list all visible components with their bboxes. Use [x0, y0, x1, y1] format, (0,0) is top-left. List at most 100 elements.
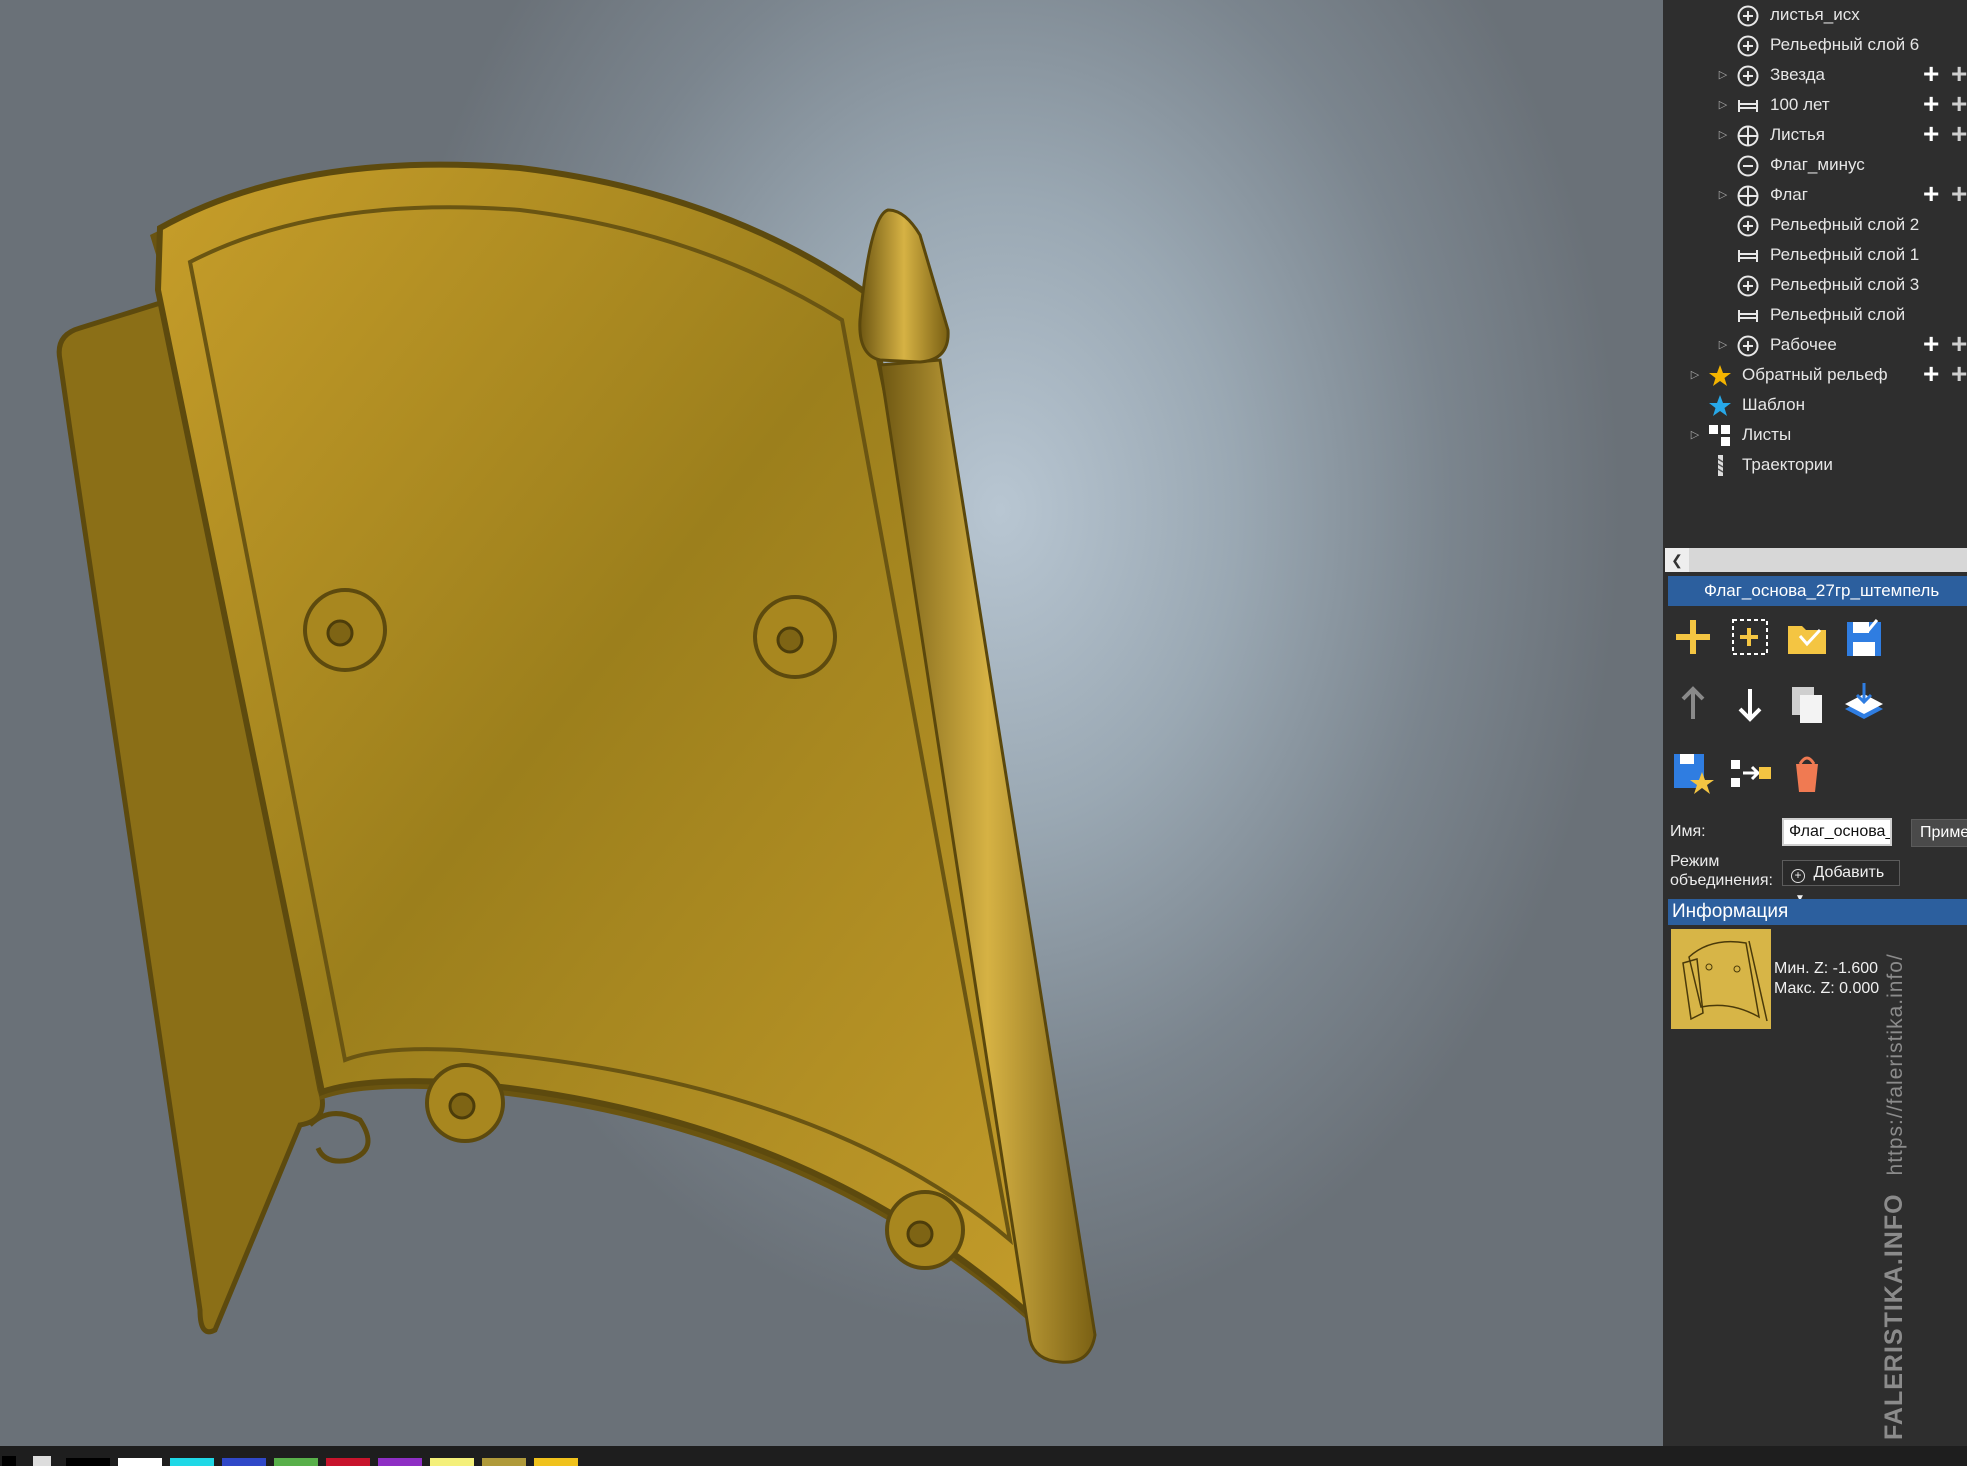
tree-item[interactable]: ▷ 100 лет + +	[1663, 90, 1967, 120]
scroll-left-icon[interactable]: ❮	[1665, 548, 1689, 572]
delete-bucket-icon[interactable]	[1782, 748, 1832, 798]
watermark-brand: FALERISTIKA.INFO	[1880, 1193, 1908, 1440]
star-blue-icon	[1708, 394, 1732, 418]
tree-item-label: Рабочее	[1770, 335, 1837, 354]
combine-mode-label-line2: объединения:	[1670, 872, 1773, 889]
apply-button[interactable]: Приме	[1911, 819, 1967, 847]
tree-item-label: листья_исх	[1770, 5, 1860, 24]
tree-item[interactable]: Шаблон	[1663, 390, 1967, 420]
tree-item[interactable]: Рельефный слой 6	[1663, 30, 1967, 60]
palette-swatch[interactable]	[482, 1458, 526, 1466]
add-plus-icon[interactable]: +	[1951, 120, 1967, 148]
tree-item-label: Рельефный слой 1	[1770, 245, 1920, 264]
expand-arrow-icon[interactable]: ▷	[1716, 330, 1730, 360]
palette-swatch[interactable]	[378, 1458, 422, 1466]
save-disk-icon[interactable]	[1839, 612, 1889, 662]
tree-item-label: Листья	[1770, 125, 1826, 144]
combine-mode-label-line1: Режим	[1670, 853, 1720, 870]
minus-circle-icon	[1736, 154, 1760, 178]
tree-item[interactable]: Рельефный слой 1	[1663, 240, 1967, 270]
palette-swatch[interactable]	[222, 1458, 266, 1466]
max-z-value: Макс. Z: 0.000	[1774, 980, 1880, 997]
add-selection-icon[interactable]	[1725, 612, 1775, 662]
palette-swatch[interactable]	[274, 1458, 318, 1466]
tree-item[interactable]: ▷ Флаг + +	[1663, 180, 1967, 210]
palette-swatch[interactable]	[430, 1458, 474, 1466]
plus-circle-icon	[1736, 34, 1760, 58]
tree-item-label: Рельефный слой 3	[1770, 275, 1920, 294]
tree-item[interactable]: ▷ Рабочее + +	[1663, 330, 1967, 360]
palette-swatch[interactable]	[534, 1458, 578, 1466]
star-gold-icon	[1708, 364, 1732, 388]
expand-arrow-icon[interactable]: ▷	[1716, 120, 1730, 150]
watermark: FALERISTIKA.INFO https://faleristika.inf…	[1880, 953, 1909, 1440]
pole-finial	[858, 208, 950, 364]
palette-swap-icon[interactable]	[33, 1456, 51, 1466]
expand-arrow-icon[interactable]: ▷	[1716, 60, 1730, 90]
info-section-header: Информация	[1668, 899, 1967, 925]
add-plus-icon[interactable]: +	[1923, 120, 1939, 148]
tree-item-label: Листы	[1742, 425, 1792, 444]
expand-arrow-icon[interactable]: ▷	[1688, 420, 1702, 450]
add-plus-icon[interactable]: +	[1923, 180, 1939, 208]
relief-thumbnail	[1671, 929, 1771, 1029]
layer-title-bar: Флаг_основа_27гр_штемпель	[1668, 576, 1967, 606]
name-label: Имя:	[1670, 823, 1706, 840]
palette-swatch[interactable]	[326, 1458, 370, 1466]
flag-bottom-curl	[308, 1111, 371, 1164]
tree-item-label: Флаг	[1770, 185, 1808, 204]
tree-item[interactable]: Рельефный слой 3	[1663, 270, 1967, 300]
tree-item-label: 100 лет	[1770, 95, 1830, 114]
add-plus-icon[interactable]: +	[1923, 330, 1939, 358]
merge-bar-icon	[1736, 244, 1760, 268]
tree-item[interactable]: ▷ Листья + +	[1663, 120, 1967, 150]
add-plus-icon[interactable]: +	[1951, 90, 1967, 118]
plus-circle-icon	[1736, 4, 1760, 28]
tree-item-label: Траектории	[1742, 455, 1833, 474]
load-folder-icon[interactable]	[1782, 612, 1832, 662]
cross-circle-icon	[1736, 124, 1760, 148]
add-layer-icon[interactable]	[1668, 612, 1718, 662]
relief-model	[56, 161, 1097, 1364]
cross-circle-icon	[1736, 184, 1760, 208]
move-down-icon[interactable]	[1725, 679, 1775, 729]
add-plus-icon[interactable]: +	[1951, 60, 1967, 88]
plus-circle-icon	[1736, 334, 1760, 358]
3d-viewport[interactable]	[0, 0, 1663, 1446]
move-up-icon[interactable]	[1668, 679, 1718, 729]
expand-arrow-icon[interactable]: ▷	[1716, 180, 1730, 210]
tree-item[interactable]: Рельефный слой	[1663, 300, 1967, 330]
tree-item[interactable]: ▷ Листы	[1663, 420, 1967, 450]
add-plus-icon[interactable]: +	[1951, 330, 1967, 358]
tree-item-label: Рельефный слой 2	[1770, 215, 1920, 234]
layer-name-input[interactable]: Флаг_основа_	[1782, 818, 1892, 846]
transfer-icon[interactable]	[1725, 748, 1775, 798]
palette-swatch[interactable]	[118, 1458, 162, 1466]
save-template-icon[interactable]	[1668, 748, 1718, 798]
add-plus-icon[interactable]: +	[1951, 360, 1967, 388]
tree-item[interactable]: Рельефный слой 2	[1663, 210, 1967, 240]
merge-down-icon[interactable]	[1839, 679, 1889, 729]
tree-item[interactable]: ▷ Обратный рельеф + +	[1663, 360, 1967, 390]
tree-item[interactable]: Траектории	[1663, 450, 1967, 480]
expand-arrow-icon[interactable]: ▷	[1688, 360, 1702, 390]
palette-mode-icon[interactable]	[2, 1456, 16, 1466]
tree-item[interactable]: ▷ Звезда + +	[1663, 60, 1967, 90]
min-z-value: Мин. Z: -1.600	[1774, 960, 1879, 977]
add-plus-icon[interactable]: +	[1923, 360, 1939, 388]
palette-swatch[interactable]	[170, 1458, 214, 1466]
tree-item[interactable]: Флаг_минус	[1663, 150, 1967, 180]
add-plus-icon[interactable]: +	[1923, 90, 1939, 118]
tree-horizontal-scrollbar[interactable]: ❮	[1665, 548, 1967, 572]
tree-item[interactable]: листья_исх	[1663, 0, 1967, 30]
expand-arrow-icon[interactable]: ▷	[1716, 90, 1730, 120]
plus-circle-icon: +	[1791, 869, 1805, 883]
combine-mode-select[interactable]: + Добавить ▼	[1782, 860, 1900, 904]
merge-bar-icon	[1736, 304, 1760, 328]
add-plus-icon[interactable]: +	[1951, 180, 1967, 208]
palette-swatch[interactable]	[66, 1458, 110, 1466]
plus-circle-icon	[1736, 64, 1760, 88]
duplicate-icon[interactable]	[1782, 679, 1832, 729]
watermark-url: https://faleristika.info/	[1884, 953, 1907, 1176]
add-plus-icon[interactable]: +	[1923, 60, 1939, 88]
